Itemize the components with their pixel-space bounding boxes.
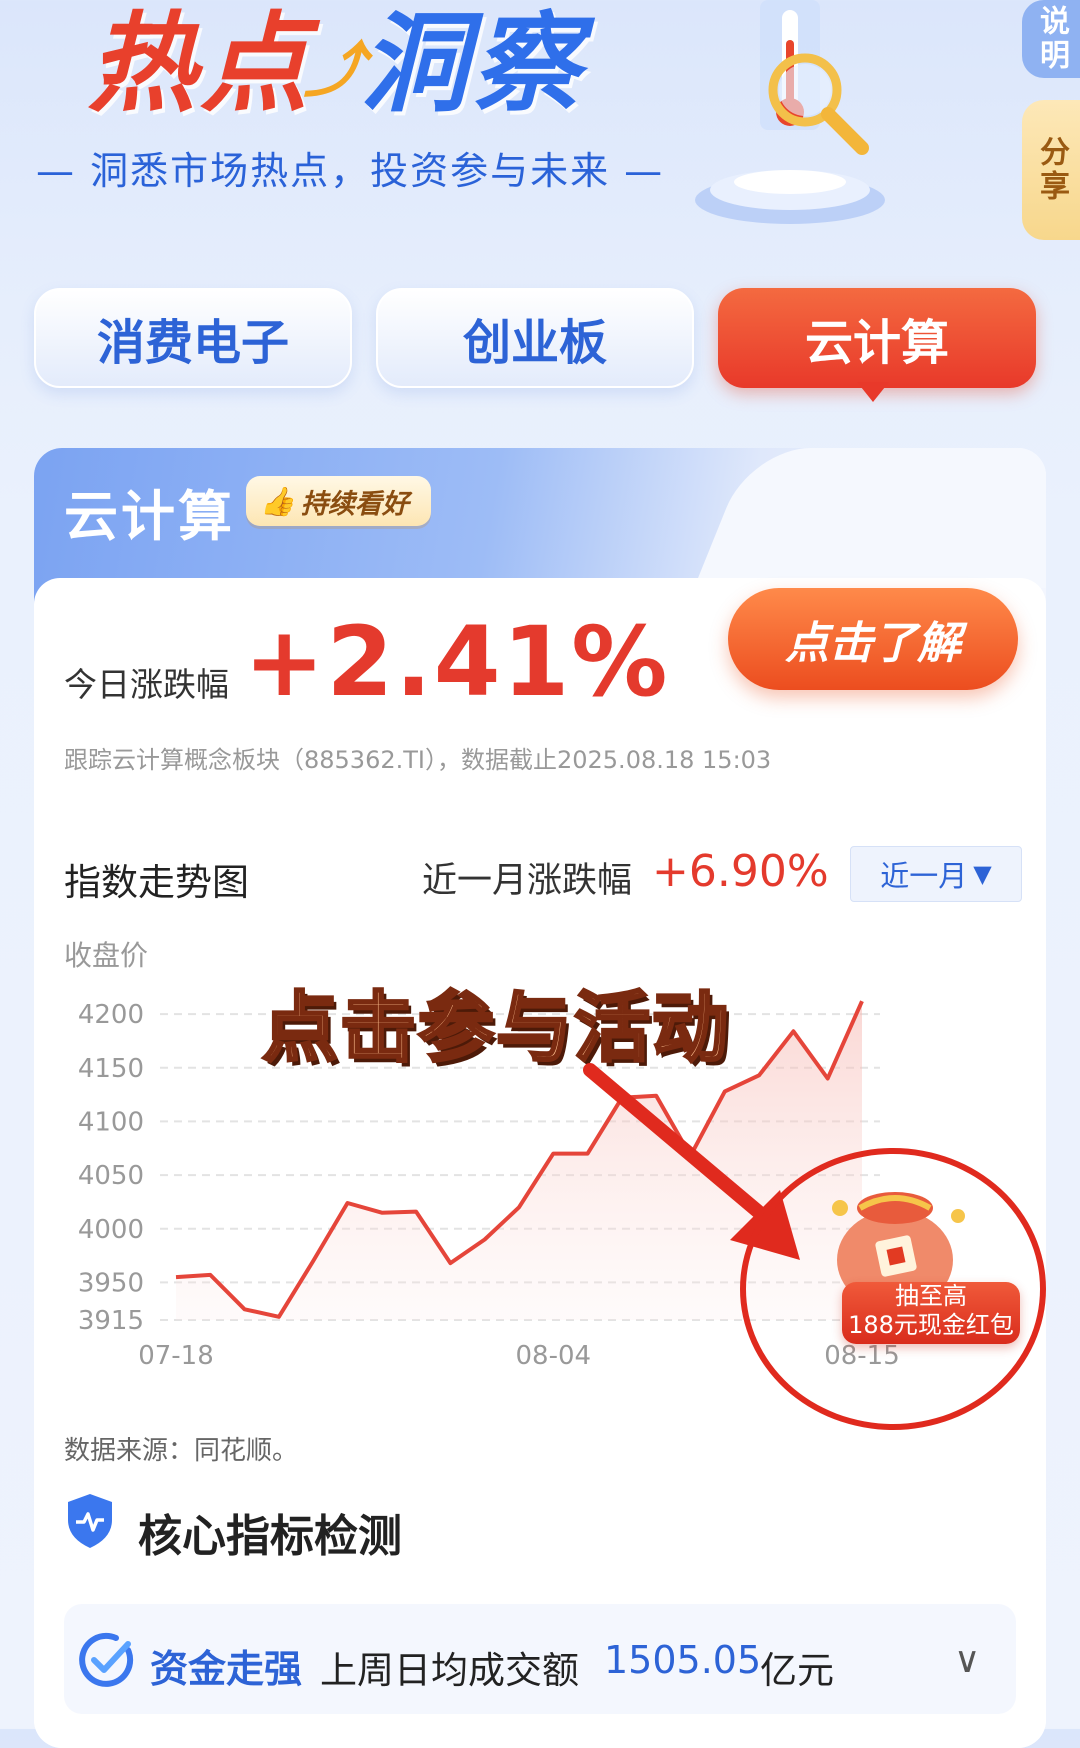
- month-change-value: +6.90%: [652, 846, 829, 897]
- outlook-badge: 👍 持续看好: [246, 476, 431, 526]
- tracking-note: 跟踪云计算概念板块（885362.TI），数据截止2025.08.18 15:0…: [64, 746, 772, 774]
- tab-chinext[interactable]: 创业板: [376, 288, 694, 388]
- tab-cloud-computing[interactable]: 云计算: [718, 288, 1036, 388]
- thumbs-up-icon: 👍: [260, 484, 295, 518]
- title-part-hot: 热点: [88, 2, 313, 127]
- today-change-value: +2.41%: [244, 606, 670, 718]
- explain-button[interactable]: 说明: [1022, 0, 1080, 78]
- shield-pulse-icon: [68, 1494, 112, 1548]
- y-tick-label: 4150: [78, 1054, 144, 1084]
- month-change-label: 近一月涨跌幅: [422, 861, 633, 901]
- arrow-up-icon: ⤴: [304, 36, 369, 106]
- promo-tag-line2: 188元现金红包: [848, 1311, 1014, 1339]
- chevron-down-icon[interactable]: ∨: [954, 1640, 980, 1681]
- today-change-label: 今日涨跌幅: [64, 665, 229, 704]
- triangle-down-icon: ▼: [973, 860, 992, 888]
- metric-value: 1505.05: [604, 1638, 762, 1682]
- data-source-note: 数据来源：同花顺。: [64, 1436, 299, 1466]
- thermometer-magnifier-illustration: [695, 0, 885, 224]
- y-tick-label: 4200: [78, 1000, 144, 1030]
- promo-tag-line1: 抽至高: [895, 1282, 967, 1310]
- check-circle-icon: [79, 1632, 134, 1687]
- page-title: 热点⤴洞察: [88, 5, 584, 125]
- metric-unit: 亿元: [760, 1649, 834, 1692]
- share-button[interactable]: 分享: [1022, 100, 1080, 240]
- learn-more-button[interactable]: 点击了解: [728, 588, 1018, 690]
- y-tick-label: 4050: [78, 1161, 144, 1191]
- range-select[interactable]: 近一月 ▼: [850, 846, 1022, 902]
- title-part-insight: 洞察: [360, 2, 585, 127]
- y-tick-label: 3950: [78, 1268, 144, 1298]
- y-tick-label: 3915: [78, 1306, 144, 1336]
- tab-consumer-electronics[interactable]: 消费电子: [34, 288, 352, 388]
- range-select-value: 近一月: [880, 859, 968, 893]
- metric-description: 上周日均成交额: [320, 1649, 579, 1692]
- metric-name: 资金走强: [150, 1647, 303, 1691]
- red-envelope-promo-tag[interactable]: 抽至高 188元现金红包: [842, 1282, 1020, 1344]
- outlook-badge-label: 持续看好: [300, 488, 409, 520]
- page-subtitle: — 洞悉市场热点，投资参与未来 —: [36, 149, 665, 193]
- y-tick-label: 4000: [78, 1215, 144, 1245]
- y-tick-label: 4100: [78, 1107, 144, 1137]
- x-tick-label: 08-04: [516, 1341, 592, 1371]
- sector-title: 云计算: [64, 485, 235, 548]
- index-trend-title: 指数走势图: [64, 861, 249, 904]
- active-tab-pointer: [857, 382, 889, 402]
- core-indicators-title: 核心指标检测: [138, 1511, 402, 1562]
- x-tick-label: 07-18: [138, 1341, 214, 1371]
